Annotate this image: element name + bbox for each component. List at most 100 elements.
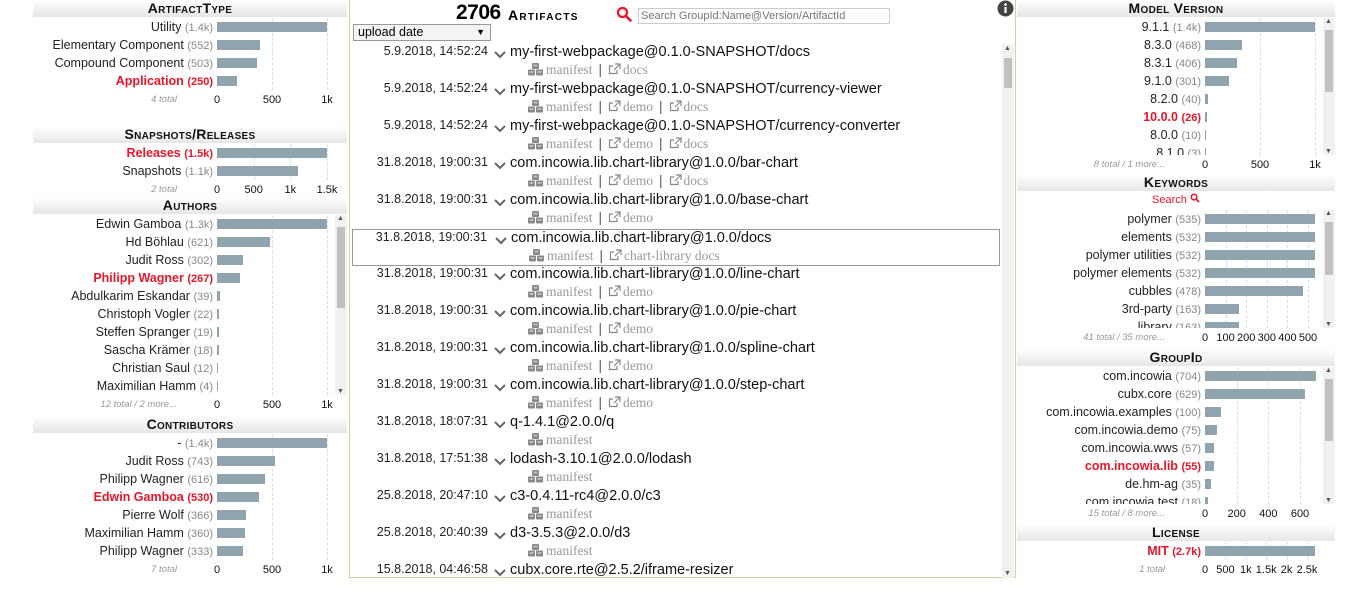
chevron-down-icon[interactable]: [493, 380, 507, 398]
groupid-item-label[interactable]: cubx.core (629): [1118, 385, 1201, 404]
model_version-item-label[interactable]: 8.2.0 (40): [1150, 90, 1201, 109]
keywords-item-label[interactable]: 3rd-party (163): [1122, 300, 1201, 319]
model_version-item[interactable]: 10.0.0 (26): [1017, 108, 1335, 126]
artifact-item[interactable]: 31.8.2018, 19:00:31 com.incowia.lib.chart…: [352, 192, 1000, 229]
contributors-item-label[interactable]: - (1.4k): [177, 434, 213, 453]
authors-item-label[interactable]: Maximilian Hamm (4): [97, 377, 213, 395]
keywords-item-bar[interactable]: [1205, 232, 1315, 242]
snapshots-item-bar[interactable]: [217, 166, 298, 176]
chevron-down-icon[interactable]: [493, 417, 507, 435]
artifact-link-manifest[interactable]: manifest: [528, 506, 593, 521]
model_version-item-label[interactable]: 8.1.0 (3): [1156, 144, 1201, 155]
scroll-down-icon[interactable]: ▼: [1004, 570, 1011, 577]
authors-item-bar[interactable]: [217, 237, 270, 247]
artifact-item[interactable]: 31.8.2018, 19:00:31 com.incowia.lib.chart…: [352, 155, 1000, 192]
groupid-item-label[interactable]: com.incowia.test (18): [1086, 493, 1201, 504]
authors-item[interactable]: Steffen Spranger (19): [33, 323, 347, 341]
contributors-item-label[interactable]: Judit Ross (743): [125, 452, 213, 471]
groupid-item-label[interactable]: com.incowia.lib (55): [1085, 457, 1201, 476]
license-total[interactable]: 1 total: [1139, 564, 1165, 575]
keywords-scrollbar[interactable]: ▲ ▼: [1323, 210, 1335, 328]
model_version-total[interactable]: 8 total / 1 more...: [1094, 159, 1165, 170]
artifact_type-item[interactable]: Utility (1.4k): [33, 18, 347, 36]
artifact_type-item-label[interactable]: Compound Component (503): [55, 54, 213, 73]
artifact-name[interactable]: com.incowia.lib.chart-library@1.0.0/bar-…: [510, 155, 798, 171]
model_version-item-bar[interactable]: [1205, 130, 1206, 140]
contributors-item-label[interactable]: Pierre Wolf (366): [122, 506, 213, 525]
groupid-item-label[interactable]: com.incowia.wws (57): [1081, 439, 1201, 458]
authors-item-bar[interactable]: [217, 309, 219, 319]
keywords-item[interactable]: polymer (535): [1017, 210, 1335, 228]
license-item-label[interactable]: MIT (2.7k): [1147, 542, 1201, 560]
model_version-item-bar[interactable]: [1205, 22, 1315, 32]
artifact-link-manifest[interactable]: manifest: [528, 62, 593, 77]
snapshots-item-label[interactable]: Releases (1.5k): [127, 144, 213, 163]
chevron-down-icon[interactable]: [493, 491, 507, 509]
artifact-item[interactable]: 31.8.2018, 19:00:31 com.incowia.lib.chart…: [352, 303, 1000, 340]
authors-item-bar[interactable]: [217, 327, 219, 337]
groupid-item[interactable]: com.incowia.lib (55): [1017, 457, 1335, 475]
groupid-scrollbar[interactable]: ▲ ▼: [1323, 367, 1335, 504]
sort-select[interactable]: upload date ▼: [353, 24, 491, 41]
artifact_type-item-label[interactable]: Utility (1.4k): [151, 18, 213, 37]
authors-item-label[interactable]: Christoph Vogler (22): [98, 305, 213, 324]
model_version-item-label[interactable]: 8.0.0 (10): [1150, 126, 1201, 145]
artifact-link-demo[interactable]: demo: [608, 321, 653, 336]
model_version-item[interactable]: 8.3.1 (406): [1017, 54, 1335, 72]
groupid-item[interactable]: com.incowia.test (18): [1017, 493, 1335, 504]
artifact-link-manifest[interactable]: manifest: [528, 210, 593, 225]
groupid-item-label[interactable]: com.incowia.examples (100): [1046, 403, 1201, 422]
artifact-link-manifest[interactable]: manifest: [528, 136, 593, 151]
model_version-item[interactable]: 8.0.0 (10): [1017, 126, 1335, 144]
artifact-item[interactable]: 31.8.2018, 19:00:31 com.incowia.lib.chart…: [352, 377, 1000, 414]
model_version-item-label[interactable]: 8.3.0 (468): [1144, 36, 1201, 55]
artifact-link-demo[interactable]: demo: [608, 358, 653, 373]
authors-item[interactable]: Edwin Gamboa (1.3k): [33, 215, 347, 233]
contributors-item[interactable]: - (1.4k): [33, 434, 347, 452]
groupid-item[interactable]: com.incowia.demo (75): [1017, 421, 1335, 439]
groupid-item-label[interactable]: de.hm-ag (35): [1125, 475, 1201, 494]
contributors-item-label[interactable]: Philipp Wagner (333): [100, 542, 213, 560]
scroll-up-icon[interactable]: ▲: [1325, 18, 1332, 25]
artifact-link-docs[interactable]: docs: [608, 62, 648, 77]
scroll-down-icon[interactable]: ▼: [1325, 497, 1332, 504]
keywords-item[interactable]: library (163): [1017, 318, 1335, 328]
keywords-item-label[interactable]: polymer (535): [1127, 210, 1201, 229]
contributors-item[interactable]: Maximilian Hamm (360): [33, 524, 347, 542]
authors-item[interactable]: Christoph Vogler (22): [33, 305, 347, 323]
artifact_type-item-bar[interactable]: [217, 58, 257, 68]
artifact-link-manifest[interactable]: manifest: [528, 173, 593, 188]
authors-item-bar[interactable]: [217, 345, 219, 355]
keywords-item-bar[interactable]: [1205, 214, 1315, 224]
artifact-link-docs[interactable]: docs: [669, 99, 708, 114]
authors-item-bar[interactable]: [217, 219, 327, 229]
snapshots-total[interactable]: 2 total: [151, 184, 177, 195]
artifact-item[interactable]: 25.8.2018, 20:47:10 c3-0.4.11-rc4@2.0.0/c…: [352, 488, 1000, 525]
chevron-down-icon[interactable]: [493, 158, 507, 176]
scrollbar-thumb[interactable]: [337, 227, 345, 308]
keywords-item-bar[interactable]: [1205, 250, 1315, 260]
authors-item-label[interactable]: Christian Saul (12): [112, 359, 213, 378]
chevron-down-icon[interactable]: [493, 195, 507, 213]
scroll-down-icon[interactable]: ▼: [1325, 321, 1332, 328]
groupid-item-bar[interactable]: [1205, 479, 1211, 489]
authors-item-label[interactable]: Edwin Gamboa (1.3k): [96, 215, 213, 234]
artifact-name[interactable]: com.incowia.lib.chart-library@1.0.0/line…: [510, 266, 800, 282]
keywords-item-label[interactable]: cubbles (478): [1129, 282, 1201, 301]
contributors-item-bar[interactable]: [217, 492, 259, 502]
artifact-name[interactable]: c3-0.4.11-rc4@2.0.0/c3: [510, 488, 661, 504]
groupid-total[interactable]: 15 total / 8 more...: [1088, 508, 1165, 519]
artifact-link-docs[interactable]: docs: [669, 173, 708, 188]
artifact-name[interactable]: my-first-webpackage@0.1.0-SNAPSHOT/curre…: [510, 118, 900, 134]
model_version-item-label[interactable]: 9.1.1 (1.4k): [1142, 18, 1201, 37]
scroll-up-icon[interactable]: ▲: [1325, 367, 1332, 374]
contributors-item-bar[interactable]: [217, 474, 265, 484]
groupid-item-bar[interactable]: [1205, 389, 1305, 399]
authors-item-label[interactable]: Sascha Krämer (18): [104, 341, 213, 360]
artifact-link-manifest[interactable]: manifest: [528, 395, 593, 410]
contributors-item-label[interactable]: Edwin Gamboa (530): [94, 488, 213, 507]
chevron-down-icon[interactable]: [494, 233, 508, 251]
authors-item-label[interactable]: Abdulkarim Eskandar (39): [71, 287, 213, 306]
model_version-item-label[interactable]: 10.0.0 (26): [1143, 108, 1201, 127]
contributors-item-bar[interactable]: [217, 510, 246, 520]
